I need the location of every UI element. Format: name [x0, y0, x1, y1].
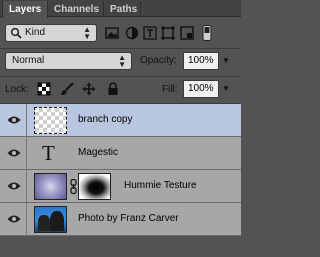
- updown-arrows-icon: ▲ ▼: [118, 53, 126, 69]
- eye-icon: [7, 182, 21, 190]
- tab-layers[interactable]: Layers: [2, 1, 48, 18]
- opacity-dropdown-icon[interactable]: ▼: [222, 56, 230, 65]
- link-chain-icon[interactable]: [70, 179, 77, 194]
- layer-name[interactable]: Magestic: [78, 147, 118, 158]
- fill-dropdown-icon[interactable]: ▼: [222, 84, 230, 93]
- layer-name[interactable]: Hummie Testure: [124, 180, 197, 191]
- eye-icon: [7, 149, 21, 157]
- filter-row: Kind ▲ ▼: [0, 18, 241, 48]
- updown-arrows-icon: ▲ ▼: [83, 25, 91, 41]
- layer-mask-thumbnail[interactable]: [78, 173, 111, 200]
- layer-row-magestic[interactable]: T Magestic: [0, 137, 241, 170]
- tree-silhouette: [38, 215, 50, 231]
- lock-label: Lock:: [5, 84, 29, 95]
- eye-icon: [7, 116, 21, 124]
- fill-label: Fill:: [162, 84, 178, 95]
- tree-silhouette: [50, 211, 64, 231]
- eye-icon: [7, 215, 21, 223]
- fill-input[interactable]: 100%: [183, 80, 219, 98]
- lock-transparent-pixels-icon[interactable]: [37, 82, 51, 96]
- layer-thumbnail[interactable]: [34, 107, 67, 134]
- layer-row-branch-copy[interactable]: branch copy: [0, 104, 241, 137]
- type-layer-filter-icon[interactable]: [143, 26, 157, 40]
- filter-toggle-switch[interactable]: [201, 25, 213, 41]
- layers-panel: Layers Channels Paths Kind ▲ ▼ Normal ▲ …: [0, 0, 241, 257]
- visibility-toggle[interactable]: [0, 170, 27, 203]
- filter-kind-label: Kind: [25, 27, 46, 38]
- smart-object-filter-icon[interactable]: [180, 26, 194, 40]
- layer-row-photo[interactable]: Photo by Franz Carver: [0, 203, 241, 236]
- opacity-label: Opacity:: [140, 55, 177, 66]
- visibility-toggle[interactable]: [0, 104, 27, 137]
- layers-list: branch copy T Magestic Hummie Testure Ph…: [0, 104, 241, 257]
- lock-position-move-icon[interactable]: [82, 82, 96, 96]
- blend-mode-select[interactable]: Normal ▲ ▼: [5, 52, 132, 70]
- tab-paths[interactable]: Paths: [104, 1, 141, 18]
- blend-mode-label: Normal: [12, 55, 45, 66]
- tab-channels[interactable]: Channels: [48, 1, 104, 18]
- layer-thumbnail[interactable]: [34, 173, 67, 200]
- divider: [0, 76, 241, 77]
- shape-layer-filter-icon[interactable]: [161, 26, 175, 40]
- layer-row-hummie-testure[interactable]: Hummie Testure: [0, 170, 241, 203]
- visibility-toggle[interactable]: [0, 137, 27, 170]
- adjustment-layer-filter-icon[interactable]: [125, 26, 139, 40]
- opacity-input[interactable]: 100%: [183, 52, 219, 70]
- lock-image-pixels-brush-icon[interactable]: [60, 82, 74, 96]
- search-icon: [10, 27, 22, 39]
- layer-name[interactable]: Photo by Franz Carver: [78, 213, 179, 224]
- layer-name[interactable]: branch copy: [78, 114, 132, 125]
- divider: [0, 48, 241, 49]
- pixel-layer-filter-icon[interactable]: [105, 26, 119, 40]
- type-layer-icon[interactable]: T: [42, 141, 55, 166]
- lock-all-padlock-icon[interactable]: [106, 82, 120, 96]
- filter-kind-select[interactable]: Kind ▲ ▼: [5, 24, 97, 42]
- panel-tab-bar: Layers Channels Paths: [0, 0, 241, 18]
- visibility-toggle[interactable]: [0, 203, 27, 236]
- layer-thumbnail[interactable]: [34, 206, 67, 233]
